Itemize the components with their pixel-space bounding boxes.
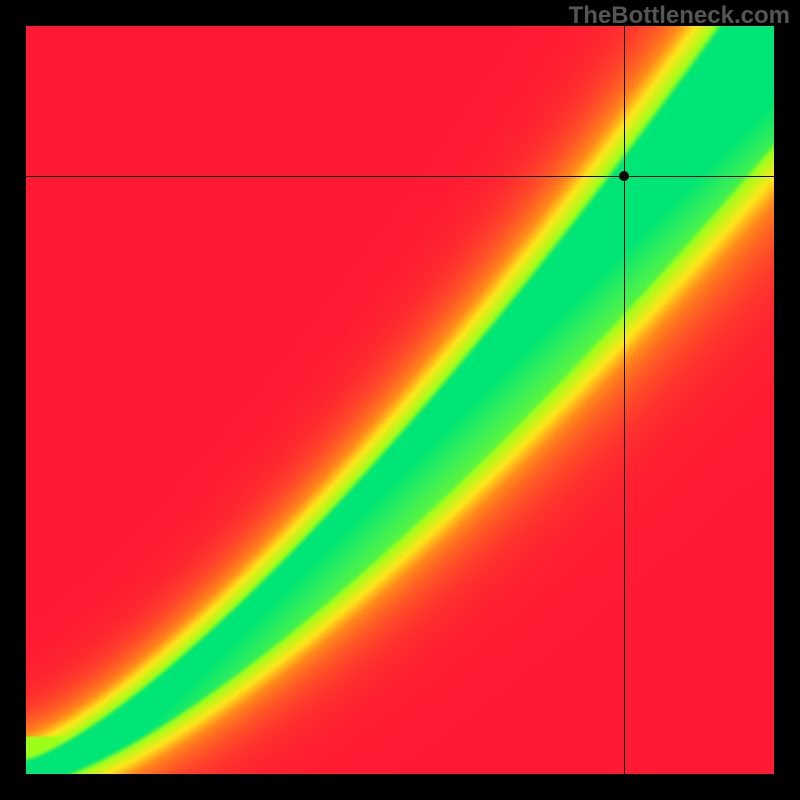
watermark-text: TheBottleneck.com: [569, 2, 790, 30]
heatmap-plot: [26, 26, 774, 774]
crosshair-vertical: [624, 26, 625, 774]
selection-marker: [619, 171, 629, 181]
crosshair-horizontal: [26, 176, 774, 177]
heatmap-canvas: [26, 26, 774, 774]
